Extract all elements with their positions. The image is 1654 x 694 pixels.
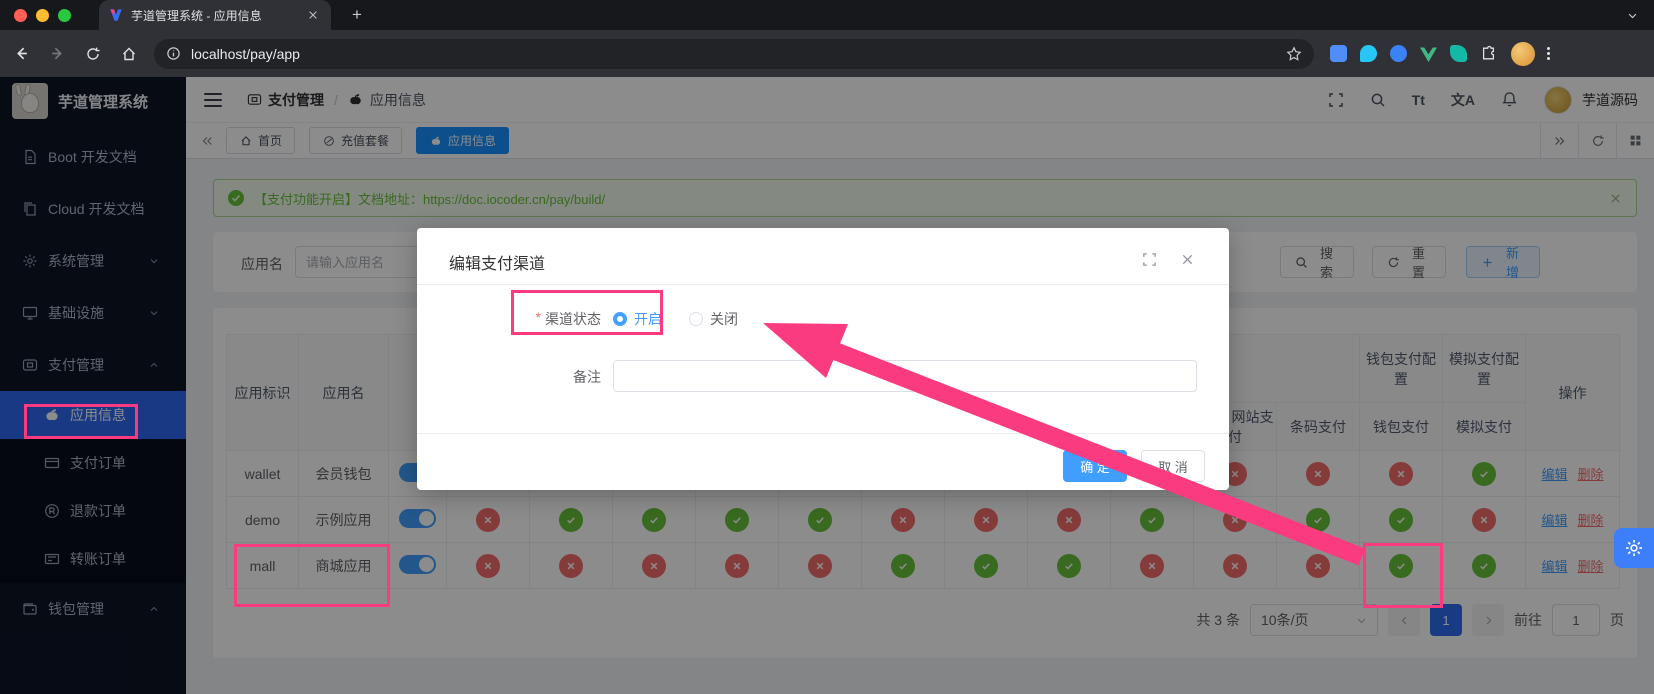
vue-devtools-extension-icon[interactable] — [1420, 45, 1437, 62]
extensions-row — [1330, 45, 1497, 62]
reload-icon[interactable] — [78, 39, 108, 69]
tab-close-icon[interactable] — [305, 7, 321, 23]
browser-home-icon[interactable] — [114, 39, 144, 69]
annotation-box-mall-row — [234, 544, 390, 607]
forward-icon[interactable] — [42, 39, 72, 69]
annotation-box-channel-status — [511, 290, 663, 335]
browser-menu-icon[interactable] — [1547, 47, 1550, 60]
settings-drawer-button[interactable] — [1614, 528, 1654, 568]
globe-extension-icon[interactable] — [1390, 45, 1407, 62]
browser-tab[interactable]: 芋道管理系统 - 应用信息 — [99, 0, 331, 30]
browser-tabstrip: 芋道管理系统 - 应用信息 + — [0, 0, 1654, 30]
browser-toolbar: localhost/pay/app — [0, 30, 1654, 77]
dialog-close-icon[interactable] — [1180, 252, 1195, 267]
remark-row: 备注 — [417, 360, 1229, 392]
screen: 芋道管理系统 - 应用信息 + localhost/pay/app — [0, 0, 1654, 694]
dialog-header-divider — [417, 284, 1229, 285]
browser-profile-avatar[interactable] — [1511, 42, 1535, 66]
back-icon[interactable] — [6, 39, 36, 69]
site-favicon — [109, 8, 123, 22]
new-tab-button[interactable]: + — [345, 5, 369, 25]
remark-input[interactable] — [613, 360, 1197, 392]
site-info-icon[interactable] — [166, 46, 181, 61]
pixel-art-extension-icon[interactable] — [1330, 45, 1347, 62]
remark-label: 备注 — [573, 367, 601, 387]
confirm-button[interactable]: 确 定 — [1063, 450, 1127, 482]
browser-tab-title: 芋道管理系统 - 应用信息 — [131, 7, 297, 24]
cancel-button[interactable]: 取 消 — [1141, 450, 1205, 482]
gear-icon — [1624, 538, 1644, 558]
dialog-title: 编辑支付渠道 — [449, 250, 545, 274]
zoom-window-button[interactable] — [58, 9, 71, 22]
close-window-button[interactable] — [14, 9, 27, 22]
annotation-box-wallet-pay-cell — [1363, 543, 1443, 608]
url-text: localhost/pay/app — [191, 46, 300, 62]
water-drop-extension-icon[interactable] — [1360, 45, 1377, 62]
tab-search-chevron-icon[interactable] — [1622, 5, 1642, 25]
layers-extension-icon[interactable] — [1450, 45, 1467, 62]
puzzle-extensions-icon[interactable] — [1480, 45, 1497, 62]
radio-off[interactable]: 关闭 — [689, 309, 738, 329]
dialog-footer-divider — [417, 433, 1229, 434]
edit-channel-dialog: 编辑支付渠道 * 渠道状态 开启 关闭 备注 — [417, 228, 1229, 490]
radio-unselected-icon — [689, 312, 703, 326]
annotation-box-sidebar-app-info — [24, 404, 138, 439]
window-controls — [14, 9, 71, 22]
bookmark-star-icon[interactable] — [1286, 46, 1302, 62]
app-window: 芋道管理系统 Boot 开发文档Cloud 开发文档系统管理基础设施支付管理应用… — [0, 77, 1654, 694]
dialog-fullscreen-icon[interactable] — [1142, 252, 1157, 267]
minimize-window-button[interactable] — [36, 9, 49, 22]
address-bar[interactable]: localhost/pay/app — [154, 39, 1314, 69]
